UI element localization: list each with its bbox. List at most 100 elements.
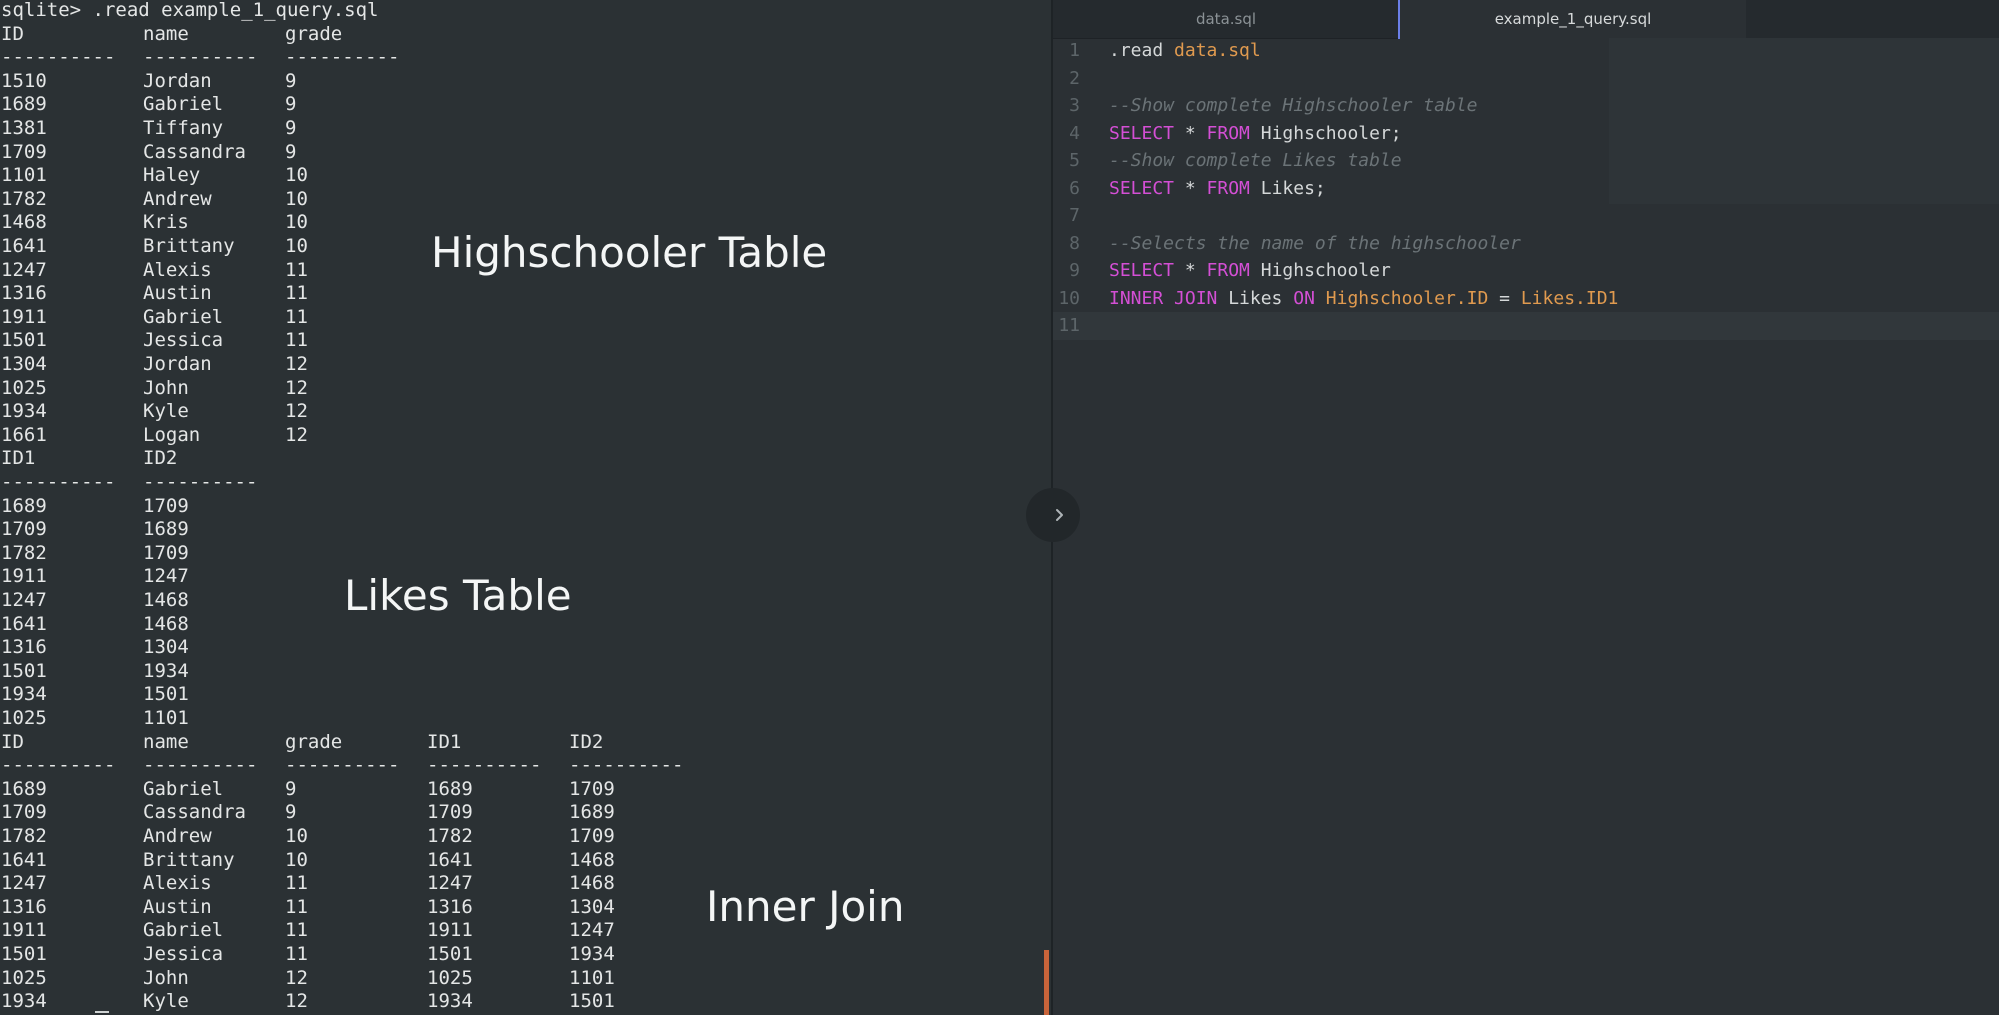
terminal-cell: 9 — [285, 777, 297, 800]
code-token: ON — [1293, 287, 1315, 309]
code-token: FROM — [1206, 122, 1250, 144]
annotation-inner-join: Inner Join — [706, 882, 905, 931]
terminal-cell: 1911 — [1, 565, 47, 588]
terminal-cell: 1689 — [569, 801, 615, 824]
tab-example-1-query-sql[interactable]: example_1_query.sql — [1398, 0, 1746, 39]
terminal-cell: 1025 — [427, 966, 473, 989]
terminal-cursor — [95, 1011, 109, 1013]
terminal-cell: 1934 — [1, 683, 47, 706]
terminal-cell: 1247 — [569, 919, 615, 942]
terminal-pane[interactable]: sqlite> .read example_1_query.sql Highsc… — [0, 0, 1051, 1015]
code-content: .read data.sql — [1109, 37, 1261, 65]
line-number: 9 — [1069, 260, 1080, 281]
code-line[interactable]: 2 — [1053, 65, 1999, 93]
code-line[interactable]: 8 --Selects the name of the highschooler — [1053, 230, 1999, 258]
code-token: Highschooler; — [1249, 122, 1402, 144]
terminal-cell: 1641 — [1, 848, 47, 871]
code-line[interactable]: 1 .read data.sql — [1053, 37, 1999, 65]
terminal-cell: 1709 — [569, 777, 615, 800]
terminal-cell: 1316 — [427, 895, 473, 918]
tab-data-sql[interactable]: data.sql — [1053, 0, 1399, 38]
code-content: --Selects the name of the highschooler — [1109, 230, 1521, 258]
line-number: 7 — [1069, 205, 1080, 226]
terminal-cell: ---------- — [1, 471, 116, 493]
terminal-cell: 1468 — [143, 612, 189, 635]
terminal-cell: 12 — [285, 423, 308, 446]
code-line[interactable]: 5 --Show complete Likes table — [1053, 147, 1999, 175]
terminal-cell: 1247 — [1, 872, 47, 895]
terminal-cell: ID1 — [427, 730, 462, 753]
terminal-scrollbar[interactable] — [1044, 950, 1049, 1015]
terminal-cell: 1025 — [1, 966, 47, 989]
terminal-cell: 1689 — [1, 93, 47, 116]
line-number: 11 — [1058, 315, 1080, 336]
code-token: * — [1174, 122, 1207, 144]
terminal-cell: 1641 — [1, 612, 47, 635]
terminal-cell: Austin — [143, 282, 212, 305]
terminal-cell: 9 — [285, 140, 297, 163]
terminal-cell: Cassandra — [143, 801, 246, 824]
code-content: --Show complete Highschooler table — [1109, 92, 1477, 120]
code-token: = — [1488, 287, 1521, 309]
terminal-cell: 1782 — [1, 825, 47, 847]
code-content: INNER JOIN Likes ON Highschooler.ID = Li… — [1109, 285, 1618, 313]
terminal-cell: 1501 — [427, 943, 473, 965]
terminal-cell: Gabriel — [143, 93, 224, 116]
terminal-cell: Gabriel — [143, 305, 224, 328]
terminal-cell: name — [143, 730, 189, 753]
code-token: * — [1174, 260, 1207, 281]
terminal-cell: 1709 — [143, 541, 189, 564]
terminal-cell: 1381 — [1, 117, 47, 139]
terminal-cell: 1782 — [427, 825, 473, 847]
terminal-cell: Andrew — [143, 825, 212, 847]
terminal-cell: grade — [285, 22, 343, 45]
terminal-cell: Jordan — [143, 353, 212, 375]
terminal-cell: Kyle — [143, 400, 189, 423]
code-line[interactable]: 4 SELECT * FROM Highschooler; — [1053, 120, 1999, 148]
terminal-cell: 9 — [285, 93, 297, 116]
line-number: 3 — [1069, 95, 1080, 116]
code-line[interactable]: 3 --Show complete Highschooler table — [1053, 92, 1999, 120]
code-line[interactable]: 10 INNER JOIN Likes ON Highschooler.ID = … — [1053, 285, 1999, 313]
terminal-cell: ---------- — [143, 471, 258, 493]
terminal-cell: ---------- — [285, 46, 400, 69]
code-line[interactable]: 9 SELECT * FROM Highschooler — [1053, 257, 1999, 285]
terminal-cell: 1316 — [1, 636, 47, 659]
terminal-cell: 12 — [285, 400, 308, 423]
terminal-cell: 1468 — [569, 848, 615, 871]
terminal-cell: 1468 — [569, 872, 615, 895]
terminal-cell: 1709 — [569, 825, 615, 847]
line-number: 5 — [1069, 150, 1080, 171]
terminal-cell: 1934 — [1, 400, 47, 423]
terminal-cell: 9 — [285, 117, 297, 139]
terminal-cell: 1911 — [427, 919, 473, 942]
terminal-cell: 1689 — [427, 777, 473, 800]
terminal-cell: 11 — [285, 258, 308, 281]
terminal-cell: 1304 — [569, 895, 615, 918]
terminal-cell: John — [143, 966, 189, 989]
code-token: .read — [1109, 40, 1175, 61]
terminal-cell: ID — [1, 730, 24, 753]
terminal-cell: 1782 — [1, 541, 47, 564]
terminal-cell: 1316 — [1, 895, 47, 918]
terminal-cell: ID2 — [143, 447, 178, 470]
terminal-cell: ---------- — [285, 754, 400, 777]
terminal-cell: 1501 — [569, 990, 615, 1013]
terminal-cell: 1304 — [1, 353, 47, 375]
terminal-cell: ---------- — [1, 754, 116, 777]
code-token: Highschooler — [1249, 260, 1391, 281]
code-line[interactable]: 11 — [1053, 312, 1999, 340]
code-line[interactable]: 6 SELECT * FROM Likes; — [1053, 175, 1999, 203]
editor-pane[interactable]: data.sql example_1_query.sql 1 .read data… — [1026, 0, 1999, 1015]
code-content: --Show complete Likes table — [1109, 147, 1402, 175]
terminal-cell: Gabriel — [143, 919, 224, 942]
terminal-cell: 1709 — [1, 140, 47, 163]
terminal-cell: 1661 — [1, 423, 47, 446]
annotation-likes-table: Likes Table — [344, 571, 572, 620]
terminal-cell: Andrew — [143, 187, 212, 210]
chevron-right-icon[interactable] — [1053, 505, 1073, 525]
code-token: SELECT — [1109, 260, 1175, 281]
terminal-cell: 1689 — [1, 494, 47, 517]
terminal-cell: 1641 — [1, 235, 47, 257]
code-line[interactable]: 7 — [1053, 202, 1999, 230]
